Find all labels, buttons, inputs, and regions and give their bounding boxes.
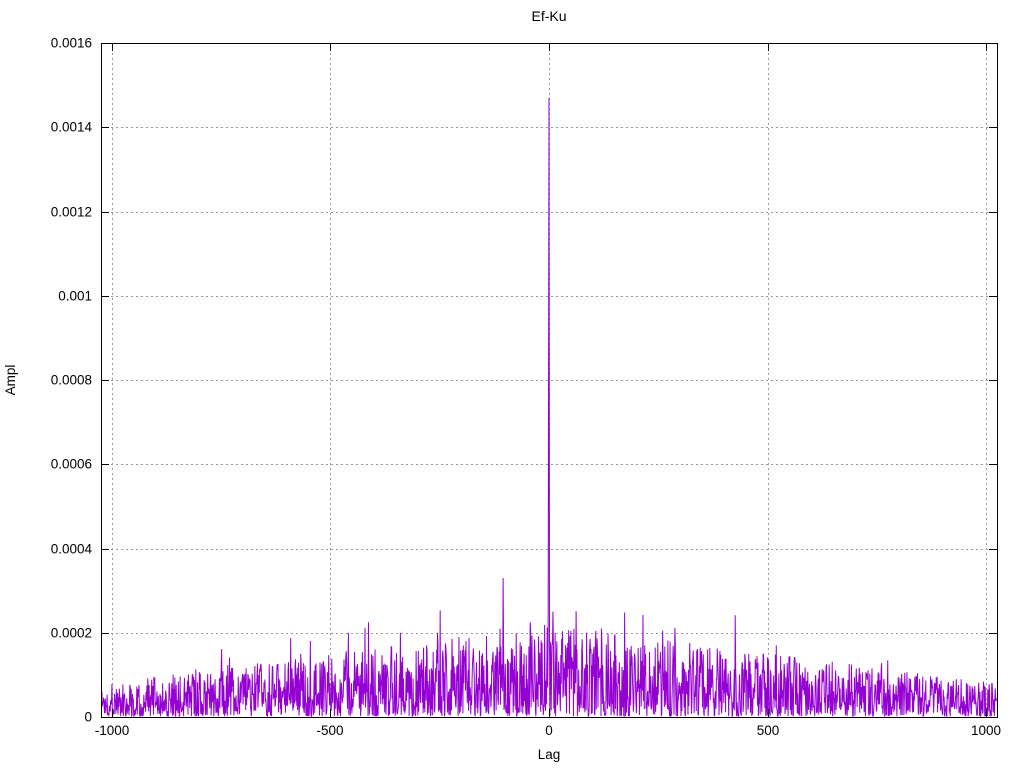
y-tick-label: 0.0004 xyxy=(51,542,93,557)
y-axis-title: Ampl xyxy=(3,365,18,396)
x-tick-label: 0 xyxy=(545,723,553,738)
y-tick-label: 0.0008 xyxy=(51,373,92,388)
x-tick-label: 1000 xyxy=(971,723,1001,738)
x-tick-label: -500 xyxy=(316,723,343,738)
chart-canvas: -1000 -500 0 500 1000 0 0.0002 0.0004 0.0006 0.00… xyxy=(3,8,1001,762)
axis-tick-labels: -1000 -500 0 500 1000 0 0.0002 0.0004 0.0006 0.00… xyxy=(51,36,1001,739)
y-tick-label: 0.0006 xyxy=(51,457,92,472)
chart-title: Ef-Ku xyxy=(531,8,566,24)
y-tick-label: 0.0014 xyxy=(51,120,93,135)
x-tick-label: -1000 xyxy=(95,723,130,738)
x-tick-label: 500 xyxy=(757,723,780,738)
correlation-line xyxy=(100,97,998,718)
y-tick-label: 0.001 xyxy=(58,289,92,304)
x-axis-title: Lag xyxy=(538,747,561,762)
y-tick-label: 0.0002 xyxy=(51,626,92,641)
y-tick-label: 0.0016 xyxy=(51,36,92,51)
y-tick-label: 0.0012 xyxy=(51,205,92,220)
y-tick-label: 0 xyxy=(84,710,92,725)
gnuplot-chart-window: -1000 -500 0 500 1000 0 0.0002 0.0004 0.0006 0.00… xyxy=(0,0,1024,768)
series-line xyxy=(100,97,998,718)
